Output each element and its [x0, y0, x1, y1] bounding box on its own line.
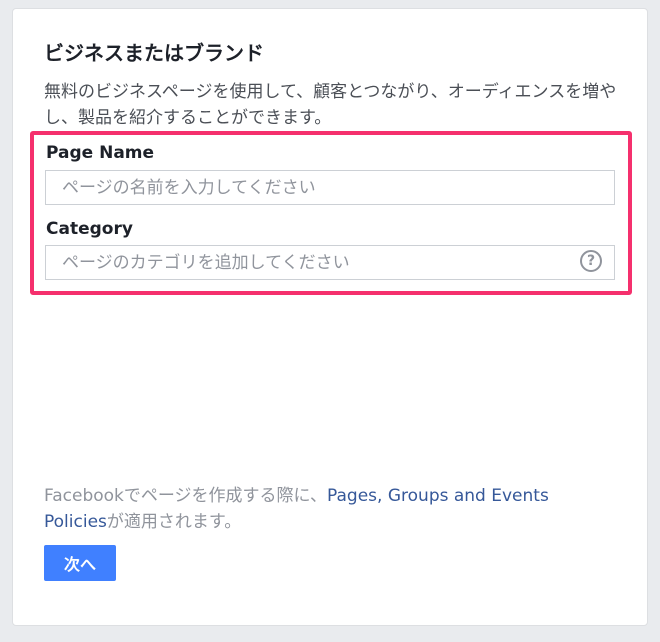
card-title: ビジネスまたはブランド [44, 41, 264, 65]
policy-prefix: Facebookでページを作成する際に、 [44, 486, 328, 506]
category-input[interactable] [46, 246, 614, 279]
question-circle-icon[interactable]: ? [580, 250, 602, 272]
create-page-card: ビジネスまたはブランド 無料のビジネスページを使用して、顧客とつながり、オーディ… [12, 8, 648, 626]
page-name-input[interactable] [46, 171, 614, 204]
policy-notice: Facebookでページを作成する際に、Pages, Groups and Ev… [44, 483, 604, 535]
page-name-label: Page Name [46, 143, 155, 163]
page-name-field-wrapper [45, 170, 615, 205]
category-field-wrapper: ? [45, 245, 615, 280]
category-label: Category [46, 219, 133, 239]
next-button[interactable]: 次へ [44, 545, 116, 581]
card-description: 無料のビジネスページを使用して、顧客とつながり、オーディエンスを増やし、製品を紹… [44, 82, 617, 128]
policy-suffix: が適用されます。 [106, 512, 242, 532]
